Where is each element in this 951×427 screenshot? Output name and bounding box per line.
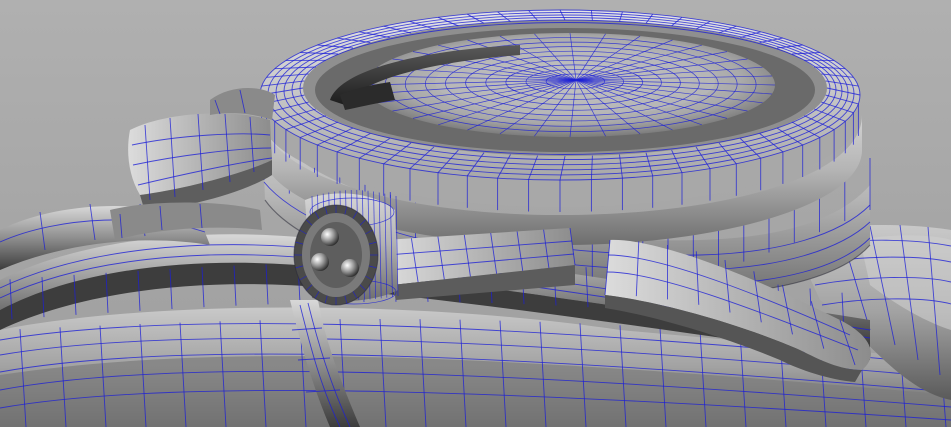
crown-ball-left	[311, 253, 329, 271]
watch-wireframe-render	[0, 0, 951, 427]
3d-viewport[interactable]	[0, 0, 951, 427]
crown-ball-top	[321, 228, 339, 246]
crown-ball-right	[341, 259, 359, 277]
watch-crystal-dome	[364, 32, 776, 138]
watch-crown	[293, 189, 399, 306]
